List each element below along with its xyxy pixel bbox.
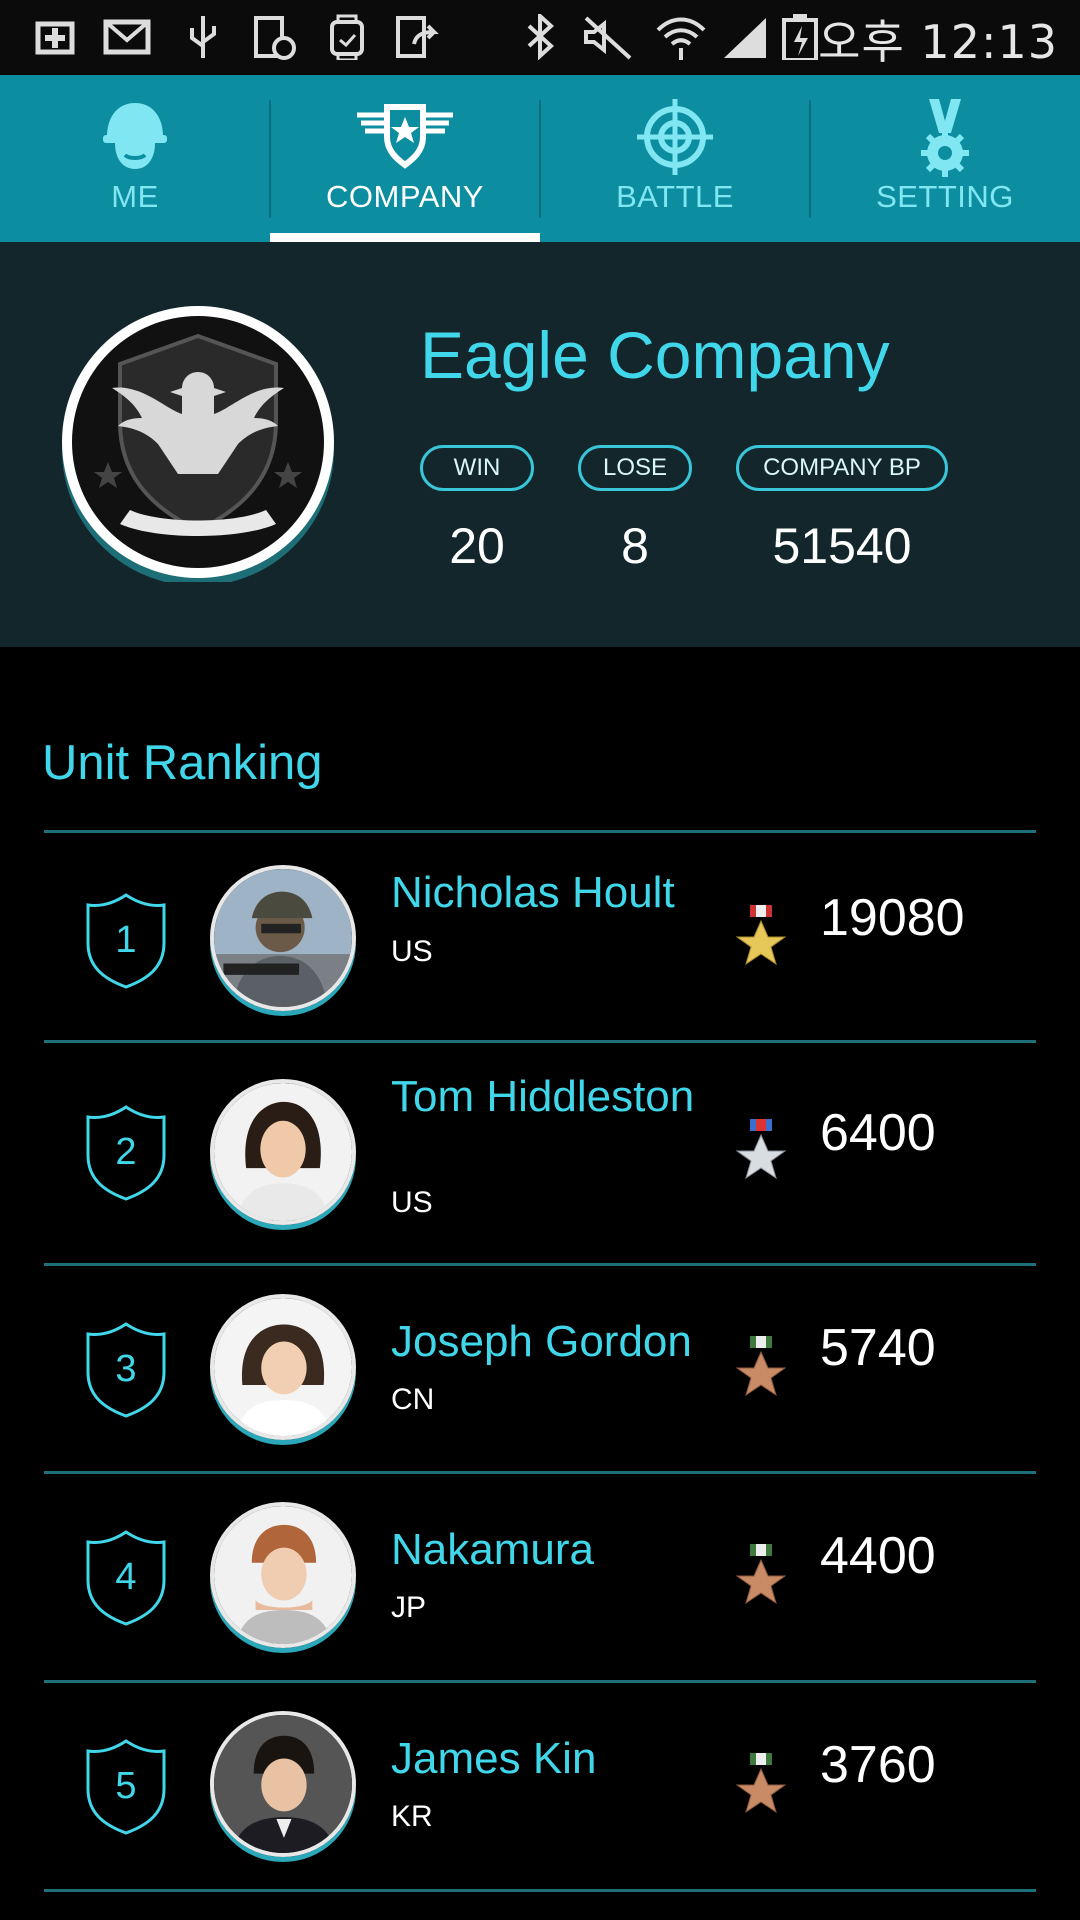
- usb-icon: [190, 16, 216, 58]
- bronze-medal-icon: [736, 1544, 786, 1605]
- rank-badge: 3: [82, 1322, 170, 1418]
- crosshair-icon: [637, 99, 713, 175]
- rank-badge: 1: [82, 893, 170, 989]
- bronze-medal-icon: [736, 1336, 786, 1397]
- rank-badge: 2: [82, 1105, 170, 1201]
- tab-company-label: COMPANY: [326, 179, 484, 214]
- helmet-icon: [103, 103, 167, 169]
- win-value: 20: [449, 518, 505, 574]
- ranking-row[interactable]: 4 Nakamura JP 4400: [44, 1474, 1036, 1680]
- rank-number: 5: [115, 1765, 137, 1807]
- divider: [44, 1889, 1036, 1892]
- player-name: Joseph Gordon: [391, 1317, 692, 1366]
- bluetooth-icon: [527, 14, 554, 60]
- tab-setting-label: SETTING: [876, 179, 1014, 214]
- player-country: US: [391, 1186, 433, 1219]
- gold-medal-icon: [736, 905, 786, 966]
- ranking-row[interactable]: 3 Joseph Gordon CN 5740: [44, 1266, 1036, 1471]
- company-name: Eagle Company: [420, 318, 890, 392]
- ranking-row[interactable]: 1 Nicholas Hoult US 19080: [44, 833, 1036, 1040]
- avatar: [210, 1502, 356, 1648]
- ranking-row[interactable]: 5 James Kin KR 3760: [44, 1683, 1036, 1889]
- tab-battle-label: BATTLE: [616, 179, 734, 214]
- player-country: US: [391, 935, 433, 968]
- unit-ranking-title: Unit Ranking: [42, 736, 323, 790]
- battery-icon: [782, 14, 818, 60]
- rank-number: 2: [115, 1131, 137, 1173]
- tab-bar: ME COMPANY BATTLE SETTING: [0, 75, 1080, 242]
- company-bp-value: 51540: [772, 518, 912, 574]
- rank-number: 4: [115, 1556, 137, 1598]
- rank-badge: 4: [82, 1530, 170, 1626]
- ranking-row[interactable]: 2 Tom Hiddleston US 6400: [44, 1043, 1036, 1263]
- player-name: Tom Hiddleston: [391, 1072, 695, 1121]
- player-country: JP: [391, 1591, 427, 1624]
- player-country: KR: [391, 1800, 433, 1833]
- player-name: James Kin: [391, 1734, 597, 1783]
- win-label: WIN: [420, 445, 534, 491]
- tab-battle[interactable]: BATTLE: [540, 75, 810, 242]
- player-name: Nicholas Hoult: [391, 868, 675, 917]
- player-score: 19080: [820, 889, 965, 947]
- company-panel: Eagle Company WIN LOSE COMPANY BP 20 8 5…: [0, 242, 1080, 647]
- signal-icon: [724, 18, 766, 58]
- mail-icon: [103, 19, 151, 55]
- rank-number: 3: [115, 1348, 137, 1390]
- player-score: 6400: [820, 1104, 936, 1162]
- wifi-icon: [656, 17, 706, 60]
- player-name: Nakamura: [391, 1525, 594, 1574]
- lose-label: LOSE: [578, 445, 692, 491]
- player-country: CN: [391, 1383, 435, 1416]
- status-time: 오후 12:13: [818, 15, 1058, 69]
- bronze-medal-icon: [736, 1753, 786, 1814]
- rank-badge: 5: [82, 1739, 170, 1835]
- silver-medal-icon: [736, 1119, 786, 1180]
- rank-number: 1: [115, 919, 137, 961]
- alarm-icon: [254, 16, 296, 60]
- tab-setting[interactable]: SETTING: [810, 75, 1080, 242]
- avatar: [210, 1294, 356, 1440]
- player-score: 5740: [820, 1319, 936, 1377]
- company-emblem: [62, 306, 334, 582]
- share-icon: [396, 16, 439, 58]
- medal-gear-icon: [921, 99, 969, 177]
- status-bar: 오후 12:13: [0, 0, 1080, 75]
- active-tab-indicator: [270, 233, 540, 242]
- tab-company[interactable]: COMPANY: [270, 75, 540, 242]
- player-score: 4400: [820, 1527, 936, 1585]
- avatar: [210, 1711, 356, 1857]
- watch-icon: [330, 14, 364, 60]
- avatar: [210, 865, 356, 1011]
- tab-me-label: ME: [111, 179, 159, 214]
- mute-icon: [584, 16, 632, 60]
- wing-star-icon: [357, 104, 453, 169]
- avatar: [210, 1079, 356, 1225]
- company-bp-label: COMPANY BP: [736, 445, 948, 491]
- lose-value: 8: [621, 518, 649, 574]
- plus-icon: [35, 21, 75, 55]
- tab-me[interactable]: ME: [0, 75, 270, 242]
- player-score: 3760: [820, 1736, 936, 1794]
